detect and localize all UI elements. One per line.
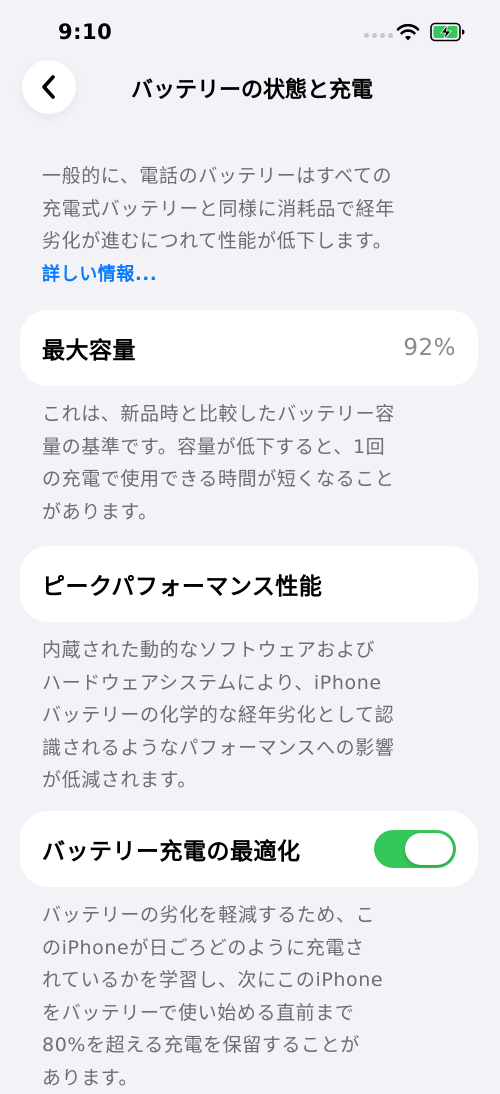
learn-more-link[interactable]: 詳しい情報... — [42, 260, 157, 290]
optimized-charging-toggle[interactable] — [374, 830, 456, 868]
maximum-capacity-value: 92% — [403, 335, 456, 361]
battery-charging-icon — [430, 22, 465, 42]
status-time: 9:10 — [58, 20, 113, 44]
intro-text: 一般的に、電話のバッテリーはすべての 充電式バッテリーと同様に消耗品で経年 劣化… — [42, 165, 395, 252]
optimized-charging-description: バッテリーの劣化を軽減するため、こ のiPhoneが日ごろどのように充電さ れて… — [42, 904, 384, 1089]
cellular-signal-icon — [364, 33, 393, 38]
status-bar: 9:10 — [0, 0, 500, 60]
maximum-capacity-label: 最大容量 — [42, 338, 136, 364]
optimized-charging-label: バッテリー充電の最適化 — [42, 839, 301, 865]
peak-performance-label: ピークパフォーマンス性能 — [42, 574, 323, 600]
peak-performance-row: ピークパフォーマンス性能 — [20, 546, 478, 622]
intro-section: 一般的に、電話のバッテリーはすべての 充電式バッテリーと同様に消耗品で経年 劣化… — [42, 160, 462, 290]
maximum-capacity-row: 最大容量 92% — [20, 310, 478, 386]
maximum-capacity-description: これは、新品時と比較したバッテリー容 量の基準です。容量が低下すると、1回 の充… — [42, 403, 395, 523]
optimized-charging-row: バッテリー充電の最適化 — [20, 811, 478, 887]
maximum-capacity-footnote: これは、新品時と比較したバッテリー容 量の基準です。容量が低下すると、1回 の充… — [42, 398, 462, 528]
peak-performance-description: 内蔵された動的なソフトウェアおよび ハードウェアシステムにより、iPhone バ… — [42, 639, 395, 791]
page-title: バッテリーの状態と充電 — [130, 78, 373, 103]
wifi-icon — [396, 23, 420, 41]
optimized-charging-footnote: バッテリーの劣化を軽減するため、こ のiPhoneが日ごろどのように充電さ れて… — [42, 899, 462, 1094]
toggle-knob — [405, 833, 453, 865]
peak-performance-footnote: 内蔵された動的なソフトウェアおよび ハードウェアシステムにより、iPhone バ… — [42, 634, 462, 797]
